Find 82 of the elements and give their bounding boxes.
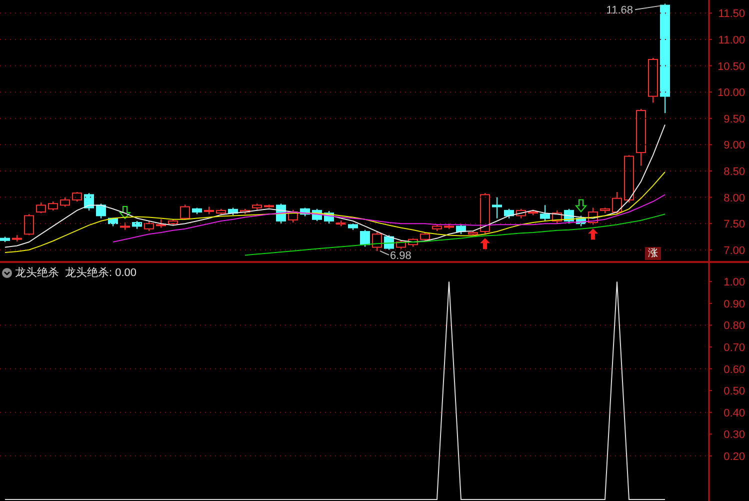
candlestick <box>540 204 550 222</box>
axis-tick-label: 0.80 <box>724 320 745 332</box>
axis-tick-label: 10.50 <box>717 60 745 73</box>
candlestick <box>0 236 10 242</box>
up-arrow-icon <box>588 228 598 240</box>
axis-tick-label: 9.50 <box>724 113 745 126</box>
axis-tick-label: 1.00 <box>724 276 745 289</box>
indicator-value: 龙头绝杀: 0.00 <box>65 266 137 280</box>
candlestick <box>636 108 646 166</box>
axis-tick-label: 0.70 <box>724 342 745 354</box>
axis-tick-label: 11.00 <box>718 34 745 46</box>
candlestick <box>504 208 514 219</box>
axis-tick-label: 10.00 <box>717 87 745 100</box>
axis-tick-label: 0.50 <box>724 386 745 398</box>
candlestick <box>372 230 382 252</box>
candlestick <box>156 218 166 228</box>
candlestick <box>120 222 130 230</box>
rise-badge: 涨 <box>645 247 661 260</box>
candlestick <box>564 208 574 224</box>
axis-tick-label: 0.90 <box>724 298 745 310</box>
high-price-label: 11.68 <box>606 4 633 17</box>
down-arrow-icon <box>118 206 132 220</box>
candlestick <box>456 224 466 235</box>
candlestick <box>132 220 142 230</box>
candlestick <box>444 223 454 230</box>
candlestick <box>108 218 118 227</box>
axis-tick-label: 0.60 <box>724 364 745 376</box>
candlestick <box>420 232 430 242</box>
down-arrow-icon <box>574 199 588 212</box>
candlestick <box>192 207 202 215</box>
candlestick <box>144 220 154 232</box>
candlestick <box>348 223 358 230</box>
candlestick <box>480 192 490 235</box>
candlestick <box>300 207 310 217</box>
candlestick <box>432 224 442 232</box>
candlestick <box>288 209 298 224</box>
candlestick <box>84 192 94 211</box>
indicator-title: 龙头绝杀 <box>15 266 59 280</box>
candlestick <box>24 214 34 236</box>
candlestick <box>204 206 214 215</box>
candlestick <box>528 209 538 216</box>
candlestick <box>408 238 418 248</box>
candlestick <box>648 57 658 104</box>
axis-tick-label: 7.50 <box>724 218 745 231</box>
axis-tick-label: 7.00 <box>724 244 745 257</box>
candlestick <box>72 192 82 202</box>
axis-tick-label: 9.00 <box>724 140 745 152</box>
candlestick <box>180 204 190 220</box>
candlestick <box>516 208 526 219</box>
candlestick <box>96 203 106 219</box>
up-arrow-icon <box>480 238 490 250</box>
candlestick <box>624 154 634 204</box>
candlestick <box>60 196 70 208</box>
axis-tick-label: 11.50 <box>718 8 745 20</box>
axis-tick-label: 0.20 <box>724 450 745 463</box>
candlestick <box>48 201 58 211</box>
candlestick <box>228 207 238 216</box>
candlestick <box>588 207 598 226</box>
candlestick <box>264 204 274 208</box>
leader-line <box>634 5 662 10</box>
candlestick <box>240 208 250 215</box>
candlestick <box>468 230 478 236</box>
candlestick <box>252 203 262 210</box>
candlestick <box>324 210 334 224</box>
axis-tick-label: 8.50 <box>724 166 745 178</box>
low-price-label: 6.98 <box>390 250 412 262</box>
candlestick <box>396 240 406 250</box>
candlestick <box>612 192 622 215</box>
dropdown-icon[interactable] <box>2 268 12 278</box>
candlestick <box>576 215 586 227</box>
candlestick <box>36 202 46 214</box>
candlestick <box>600 207 610 214</box>
candlestick <box>216 208 226 216</box>
candlestick <box>336 220 346 227</box>
leader-line <box>380 250 390 256</box>
candlestick <box>492 196 502 219</box>
candlestick <box>168 218 178 226</box>
candlestick <box>552 210 562 224</box>
axis-tick-label: 0.30 <box>724 429 745 442</box>
axis-tick-label: 0.40 <box>724 407 745 420</box>
axis-tick-label: 8.00 <box>724 192 745 204</box>
candlestick <box>360 229 370 248</box>
